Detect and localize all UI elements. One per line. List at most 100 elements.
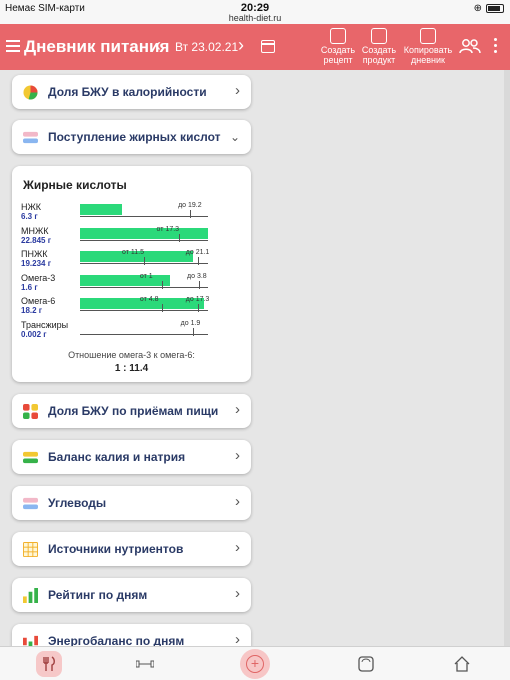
norm-min-prefix: от bbox=[122, 249, 131, 256]
norm-min-tick bbox=[144, 257, 145, 265]
norm-max-tick bbox=[197, 304, 199, 312]
workout-tab-icon[interactable] bbox=[134, 653, 156, 675]
people-icon[interactable] bbox=[459, 38, 481, 54]
fatty-acid-value: 6.3 г bbox=[21, 212, 38, 221]
card-carbs[interactable]: Углеводы › bbox=[12, 486, 251, 520]
fatty-acid-label: Омега-3 bbox=[21, 272, 56, 283]
balance-bars-icon bbox=[23, 451, 38, 464]
norm-min-value: 11.5 bbox=[130, 249, 144, 256]
create-product-button[interactable]: Создать продукт bbox=[360, 28, 398, 65]
fatty-acid-track: до 19.2 bbox=[80, 202, 208, 218]
omega-ratio-value: 1 : 11.4 bbox=[114, 363, 149, 374]
card-bju-calories[interactable]: Доля БЖУ в калорийности › bbox=[12, 75, 251, 109]
norm-min-value: 17.3 bbox=[165, 225, 180, 233]
norm-max-prefix: до bbox=[185, 249, 196, 256]
fatty-acid-label: ПНЖК bbox=[21, 249, 48, 259]
copy-icon bbox=[420, 28, 436, 44]
norm-max-label: до 17.3 bbox=[186, 296, 210, 303]
omega-ratio-label: Отношение омега-3 к омега-6: bbox=[68, 350, 195, 360]
norm-min-value: 4.8 bbox=[148, 296, 159, 303]
norm-min-tick bbox=[178, 233, 180, 242]
card-daily-rating[interactable]: Рейтинг по дням › bbox=[12, 578, 251, 612]
scale-tab-icon[interactable] bbox=[356, 653, 376, 675]
norm-max-value: 21.1 bbox=[195, 249, 210, 256]
url-label[interactable]: health-diet.ru bbox=[0, 13, 510, 23]
fatty-acid-name: НЖК 6.3 г bbox=[21, 202, 79, 222]
fatty-acid-label: Омега-6 bbox=[21, 296, 56, 306]
home-tab-icon[interactable] bbox=[452, 653, 472, 675]
fatty-acid-name: Омега-3 1.6 г bbox=[21, 273, 79, 293]
norm-max-tick bbox=[197, 257, 199, 265]
create-recipe-button[interactable]: Создать рецепт bbox=[320, 28, 356, 65]
norm-max-value: 19.2 bbox=[188, 202, 202, 209]
next-day-button[interactable]: › bbox=[238, 35, 244, 56]
more-icon[interactable] bbox=[494, 38, 498, 56]
norm-max-tick bbox=[190, 210, 192, 218]
chevron-right-icon: › bbox=[235, 82, 240, 99]
fatty-acid-name: ПНЖК 19.234 г bbox=[21, 249, 79, 269]
fatty-acid-row: Омега-6 18.2 г от 4.8 до 17.3 bbox=[12, 296, 251, 318]
fatty-acid-name: Омега-6 18.2 г bbox=[21, 296, 79, 316]
chevron-right-icon: › bbox=[235, 447, 240, 464]
plus-icon: + bbox=[246, 655, 264, 673]
scrollbar[interactable] bbox=[504, 70, 510, 646]
bottom-nav: + bbox=[0, 646, 510, 680]
prev-day-button[interactable]: ‹ bbox=[155, 35, 161, 56]
fatty-acid-row: НЖК 6.3 г до 19.2 bbox=[12, 202, 251, 224]
copy-diary-button[interactable]: Копировать дневник bbox=[400, 28, 456, 65]
card-bju-meals[interactable]: Доля БЖУ по приёмам пищи › bbox=[12, 394, 251, 428]
fatty-acid-name: Трансжиры 0.002 г bbox=[21, 320, 79, 340]
status-bar: Немає SIM-карти 20:29 health-diet.ru ⊕ bbox=[0, 0, 510, 24]
fatty-acid-row: МНЖК 22.845 г от 17.3 bbox=[12, 226, 251, 248]
norm-max-label: до 1.9 bbox=[181, 320, 201, 327]
calendar-icon[interactable] bbox=[261, 40, 275, 53]
chevron-down-icon: ⌄ bbox=[229, 130, 240, 144]
norm-max-label: до 3.8 bbox=[187, 273, 207, 280]
copy-diary-line1: Копировать bbox=[403, 45, 453, 55]
fatty-acids-title: Жирные кислоты bbox=[23, 178, 127, 192]
card-label: Доля БЖУ по приёмам пищи bbox=[48, 404, 219, 418]
norm-max-prefix: до bbox=[180, 319, 191, 327]
fatty-acid-value: 0.002 г bbox=[21, 329, 47, 339]
norm-min-tick bbox=[161, 304, 163, 312]
chevron-right-icon: › bbox=[235, 539, 240, 556]
card-label: Рейтинг по дням bbox=[48, 588, 148, 602]
norm-max-prefix: до bbox=[178, 202, 189, 209]
card-nutrient-sources[interactable]: Источники нутриентов › bbox=[12, 532, 251, 566]
norm-min-label: от 17.3 bbox=[157, 226, 180, 233]
fatty-acid-bar bbox=[80, 227, 208, 239]
chevron-right-icon: › bbox=[235, 585, 240, 602]
menu-icon[interactable] bbox=[6, 40, 20, 52]
create-recipe-line1: Создать bbox=[320, 45, 356, 55]
add-tab-button[interactable]: + bbox=[240, 649, 270, 679]
norm-min-label: от 1 bbox=[140, 273, 153, 280]
meal-grid-icon bbox=[23, 404, 38, 419]
norm-min-prefix: от bbox=[139, 272, 149, 280]
page-title: Дневник питания bbox=[24, 37, 170, 56]
fatty-acid-row: Омега-3 1.6 г от 1 до 3.8 bbox=[12, 273, 251, 295]
norm-min-label: от 4.8 bbox=[140, 296, 159, 303]
norm-max-tick bbox=[192, 327, 194, 336]
norm-min-tick bbox=[161, 280, 163, 289]
norm-max-prefix: до bbox=[187, 272, 197, 280]
fatty-acid-value: 1.6 г bbox=[21, 282, 38, 292]
bar-chart-icon bbox=[23, 588, 38, 603]
norm-max-label: до 19.2 bbox=[178, 202, 202, 209]
copy-diary-line2: дневник bbox=[411, 55, 445, 65]
fatty-acids-chart-card: Жирные кислоты НЖК 6.3 г до 19.2 МНЖК 22.845… bbox=[12, 166, 251, 382]
card-potassium-sodium[interactable]: Баланс калия и натрия › bbox=[12, 440, 251, 474]
fatty-acid-name: МНЖК 22.845 г bbox=[21, 226, 79, 246]
card-label: Баланс калия и натрия bbox=[48, 450, 186, 464]
norm-min-prefix: от bbox=[139, 296, 149, 303]
card-label: Углеводы bbox=[48, 496, 107, 510]
norm-min-value: 1 bbox=[148, 272, 153, 280]
fatty-acid-bar bbox=[80, 204, 123, 215]
card-label: Поступление жирных кислот bbox=[48, 130, 221, 144]
fat-bars-icon bbox=[23, 131, 38, 144]
diary-tab-icon[interactable] bbox=[36, 651, 62, 677]
app-header: Дневник питания ‹ Вт 23.02.21 › Создать … bbox=[0, 24, 510, 70]
date-label[interactable]: Вт 23.02.21 bbox=[175, 40, 238, 54]
fatty-acid-label: Трансжиры bbox=[21, 319, 69, 330]
chevron-right-icon: › bbox=[235, 401, 240, 418]
card-fatty-acids-intake[interactable]: Поступление жирных кислот ⌄ bbox=[12, 120, 251, 154]
